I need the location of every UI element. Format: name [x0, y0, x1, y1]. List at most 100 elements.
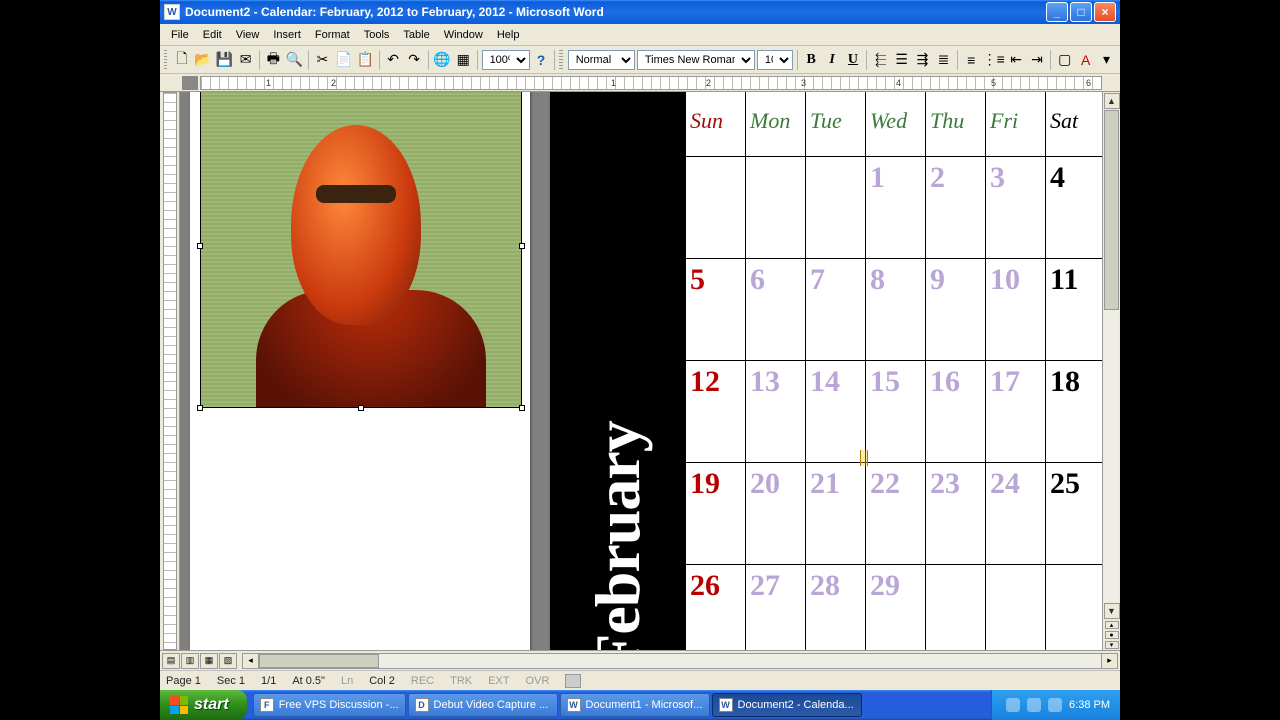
more-icon[interactable]: ▾	[1097, 49, 1116, 71]
taskbar-item[interactable]: WDocument1 - Microsof...	[560, 693, 710, 717]
tray-icon[interactable]	[1006, 698, 1020, 712]
align-center-icon[interactable]: ☰	[892, 49, 911, 71]
system-tray[interactable]: 6:38 PM	[991, 690, 1120, 720]
cal-day[interactable]: 16	[926, 361, 986, 463]
print-icon[interactable]: 🖶	[264, 49, 283, 71]
taskbar-item[interactable]: DDebut Video Capture ...	[408, 693, 558, 717]
font-select[interactable]: Times New Roman	[637, 50, 755, 70]
cal-day[interactable]: 26	[686, 565, 746, 651]
bold-button[interactable]: B	[802, 49, 821, 71]
page-left[interactable]	[190, 92, 530, 650]
cal-day[interactable]: 19	[686, 463, 746, 565]
style-select[interactable]: Normal	[568, 50, 635, 70]
redo-icon[interactable]: ↷	[405, 49, 424, 71]
font-size-select[interactable]: 10	[757, 50, 793, 70]
cal-day[interactable]: 14	[806, 361, 866, 463]
cut-icon[interactable]: ✂	[313, 49, 332, 71]
menu-view[interactable]: View	[229, 27, 267, 43]
italic-button[interactable]: I	[823, 49, 842, 71]
titlebar[interactable]: W Document2 - Calendar: February, 2012 t…	[160, 0, 1120, 24]
scroll-up-icon[interactable]: ▲	[1104, 93, 1120, 109]
status-ovr[interactable]: OVR	[526, 675, 550, 687]
cal-day[interactable]: 1	[866, 157, 926, 259]
copy-icon[interactable]: 📄	[334, 49, 353, 71]
cal-day[interactable]: 8	[866, 259, 926, 361]
cal-day[interactable]	[1046, 565, 1103, 651]
web-layout-view-icon[interactable]: ▥	[181, 653, 199, 669]
cal-day[interactable]: 29	[866, 565, 926, 651]
hscroll-thumb[interactable]	[259, 654, 379, 668]
cal-day[interactable]: 10	[986, 259, 1046, 361]
hyperlink-icon[interactable]: 🌐	[432, 49, 451, 71]
borders-icon[interactable]: ▢	[1055, 49, 1074, 71]
cal-day[interactable]: 24	[986, 463, 1046, 565]
cal-day[interactable]: 23	[926, 463, 986, 565]
align-left-icon[interactable]: ⬱	[871, 49, 890, 71]
cal-day[interactable]: 3	[986, 157, 1046, 259]
minimize-button[interactable]: _	[1046, 2, 1068, 22]
underline-button[interactable]: U	[844, 49, 863, 71]
cal-day[interactable]: 22	[866, 463, 926, 565]
menu-edit[interactable]: Edit	[196, 27, 229, 43]
scroll-track[interactable]	[1104, 110, 1119, 602]
picture-frame[interactable]	[200, 92, 522, 408]
scroll-down-icon[interactable]: ▼	[1104, 603, 1120, 619]
decrease-indent-icon[interactable]: ⇤	[1007, 49, 1026, 71]
calendar-table[interactable]: SunMonTueWedThuFriSat 123456789101112131…	[685, 92, 1102, 650]
status-book-icon[interactable]	[565, 674, 581, 688]
menu-help[interactable]: Help	[490, 27, 527, 43]
menu-format[interactable]: Format	[308, 27, 357, 43]
cal-day[interactable]: 12	[686, 361, 746, 463]
browse-object-icon[interactable]: ●	[1105, 631, 1119, 639]
page-right[interactable]: February SunMonTueWedThuFriSat 123456789…	[550, 92, 1102, 650]
undo-icon[interactable]: ↶	[384, 49, 403, 71]
normal-view-icon[interactable]: ▤	[162, 653, 180, 669]
cal-day[interactable]: 20	[746, 463, 806, 565]
cal-day[interactable]: 17	[986, 361, 1046, 463]
cal-day[interactable]: 6	[746, 259, 806, 361]
new-document-icon[interactable]: 🗋	[172, 49, 191, 71]
taskbar-item[interactable]: FFree VPS Discussion -...	[253, 693, 406, 717]
justify-icon[interactable]: ≣	[934, 49, 953, 71]
inserted-picture[interactable]	[201, 92, 521, 407]
cal-day[interactable]	[746, 157, 806, 259]
tray-icon[interactable]	[1027, 698, 1041, 712]
cal-day[interactable]: 7	[806, 259, 866, 361]
print-preview-icon[interactable]: 🔍	[285, 49, 304, 71]
help-icon[interactable]: ?	[532, 49, 551, 71]
cal-day[interactable]: 18	[1046, 361, 1103, 463]
horizontal-scrollbar[interactable]: ◂ ▸	[242, 653, 1118, 669]
font-color-icon[interactable]: A	[1076, 49, 1095, 71]
cal-day[interactable]: 2	[926, 157, 986, 259]
menu-tools[interactable]: Tools	[357, 27, 397, 43]
cal-day[interactable]: 13	[746, 361, 806, 463]
zoom-select[interactable]: 100%	[482, 50, 530, 70]
paste-icon[interactable]: 📋	[355, 49, 374, 71]
cal-day[interactable]: 4	[1046, 157, 1103, 259]
print-layout-view-icon[interactable]: ▦	[200, 653, 218, 669]
cal-day[interactable]	[806, 157, 866, 259]
menu-window[interactable]: Window	[437, 27, 490, 43]
cal-day[interactable]: 11	[1046, 259, 1103, 361]
page-viewport[interactable]: February SunMonTueWedThuFriSat 123456789…	[180, 92, 1102, 650]
cal-day[interactable]	[686, 157, 746, 259]
tables-borders-icon[interactable]: ▦	[454, 49, 473, 71]
menu-table[interactable]: Table	[396, 27, 436, 43]
increase-indent-icon[interactable]: ⇥	[1028, 49, 1047, 71]
open-icon[interactable]: 📂	[193, 49, 212, 71]
cal-day[interactable]: 9	[926, 259, 986, 361]
vertical-ruler[interactable]	[160, 92, 180, 650]
email-icon[interactable]: ✉	[236, 49, 255, 71]
menu-insert[interactable]: Insert	[266, 27, 308, 43]
toolbar-grip[interactable]	[559, 50, 562, 70]
align-right-icon[interactable]: ⇶	[913, 49, 932, 71]
cal-day[interactable]	[986, 565, 1046, 651]
cal-day[interactable]	[926, 565, 986, 651]
start-button[interactable]: start	[160, 690, 247, 720]
vertical-scrollbar[interactable]: ▲ ▼ ▴ ● ▾	[1102, 92, 1120, 650]
cal-day[interactable]: 28	[806, 565, 866, 651]
scroll-left-icon[interactable]: ◂	[243, 654, 259, 668]
maximize-button[interactable]: □	[1070, 2, 1092, 22]
scroll-right-icon[interactable]: ▸	[1101, 654, 1117, 668]
cal-day[interactable]: 25	[1046, 463, 1103, 565]
